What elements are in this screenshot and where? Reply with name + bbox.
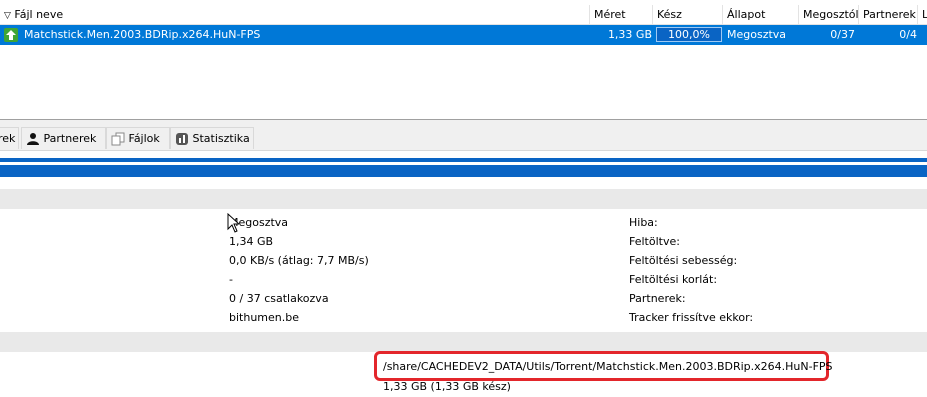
tab-peers[interactable]: Partnerek: [21, 127, 106, 149]
column-header-name[interactable]: ▽ Fájl neve: [0, 5, 590, 25]
torrent-list[interactable]: ▽ Fájl neve Méret Kész Állapot Megosztól…: [0, 0, 927, 120]
info-section-header: [0, 332, 927, 352]
column-header-ls[interactable]: L: [918, 5, 927, 25]
tab-divider: [0, 150, 927, 151]
tab-general[interactable]: rek: [0, 127, 19, 149]
total-size-value: 1,33 GB (1,33 GB kész): [383, 380, 511, 393]
transfer-dash-value: -: [229, 273, 233, 286]
transfer-tracker-value: bithumen.be: [229, 311, 299, 324]
column-header-peers[interactable]: Partnerek: [859, 5, 918, 25]
torrent-seeds: 0/37: [830, 28, 855, 41]
torrent-status: Megosztva: [727, 28, 787, 41]
torrent-size: 1,33 GB: [607, 28, 652, 41]
upload-speed-label: Feltöltési sebesség:: [629, 254, 738, 267]
save-path-value[interactable]: /share/CACHEDEV2_DATA/Utils/Torrent/Matc…: [383, 360, 833, 373]
uploaded-label: Feltöltve:: [629, 235, 680, 248]
transfer-connected-value: 0 / 37 csatlakozva: [229, 292, 329, 305]
column-header-seeds[interactable]: Megosztól: [799, 5, 859, 25]
person-icon: [26, 132, 40, 145]
statistics-icon: [175, 132, 189, 145]
torrent-peers: 0/4: [899, 28, 917, 41]
tab-statistics[interactable]: Statisztika: [170, 127, 254, 149]
detail-tab-bar: rek Partnerek Fájlok Statisztika: [0, 120, 927, 150]
tracker-updated-label: Tracker frissítve ekkor:: [629, 311, 754, 324]
transfer-section-header: [0, 189, 927, 209]
column-header-done[interactable]: Kész: [653, 5, 723, 25]
torrent-name: Matchstick.Men.2003.BDRip.x264.HuN-FPS: [24, 28, 261, 41]
error-label: Hiba:: [629, 216, 658, 229]
column-header-size[interactable]: Méret: [590, 5, 653, 25]
seeding-up-arrow-icon: [4, 28, 18, 42]
torrent-row[interactable]: Matchstick.Men.2003.BDRip.x264.HuN-FPS 1…: [0, 25, 927, 45]
files-icon: [111, 132, 125, 146]
availability-bar: [0, 165, 927, 177]
downloaded-pieces-bar: [0, 158, 927, 162]
transfer-size-value: 1,34 GB: [229, 235, 274, 248]
upload-limit-label: Feltöltési korlát:: [629, 273, 718, 286]
peers-label: Partnerek:: [629, 292, 686, 305]
column-header-status[interactable]: Állapot: [723, 5, 799, 25]
mouse-cursor-icon: [227, 212, 241, 236]
tab-files[interactable]: Fájlok: [106, 127, 170, 149]
sort-triangle-icon: ▽: [4, 11, 11, 21]
torrent-progress-bar: 100,0%: [656, 27, 722, 42]
transfer-speed-value: 0,0 KB/s (átlag: 7,7 MB/s): [229, 254, 369, 267]
